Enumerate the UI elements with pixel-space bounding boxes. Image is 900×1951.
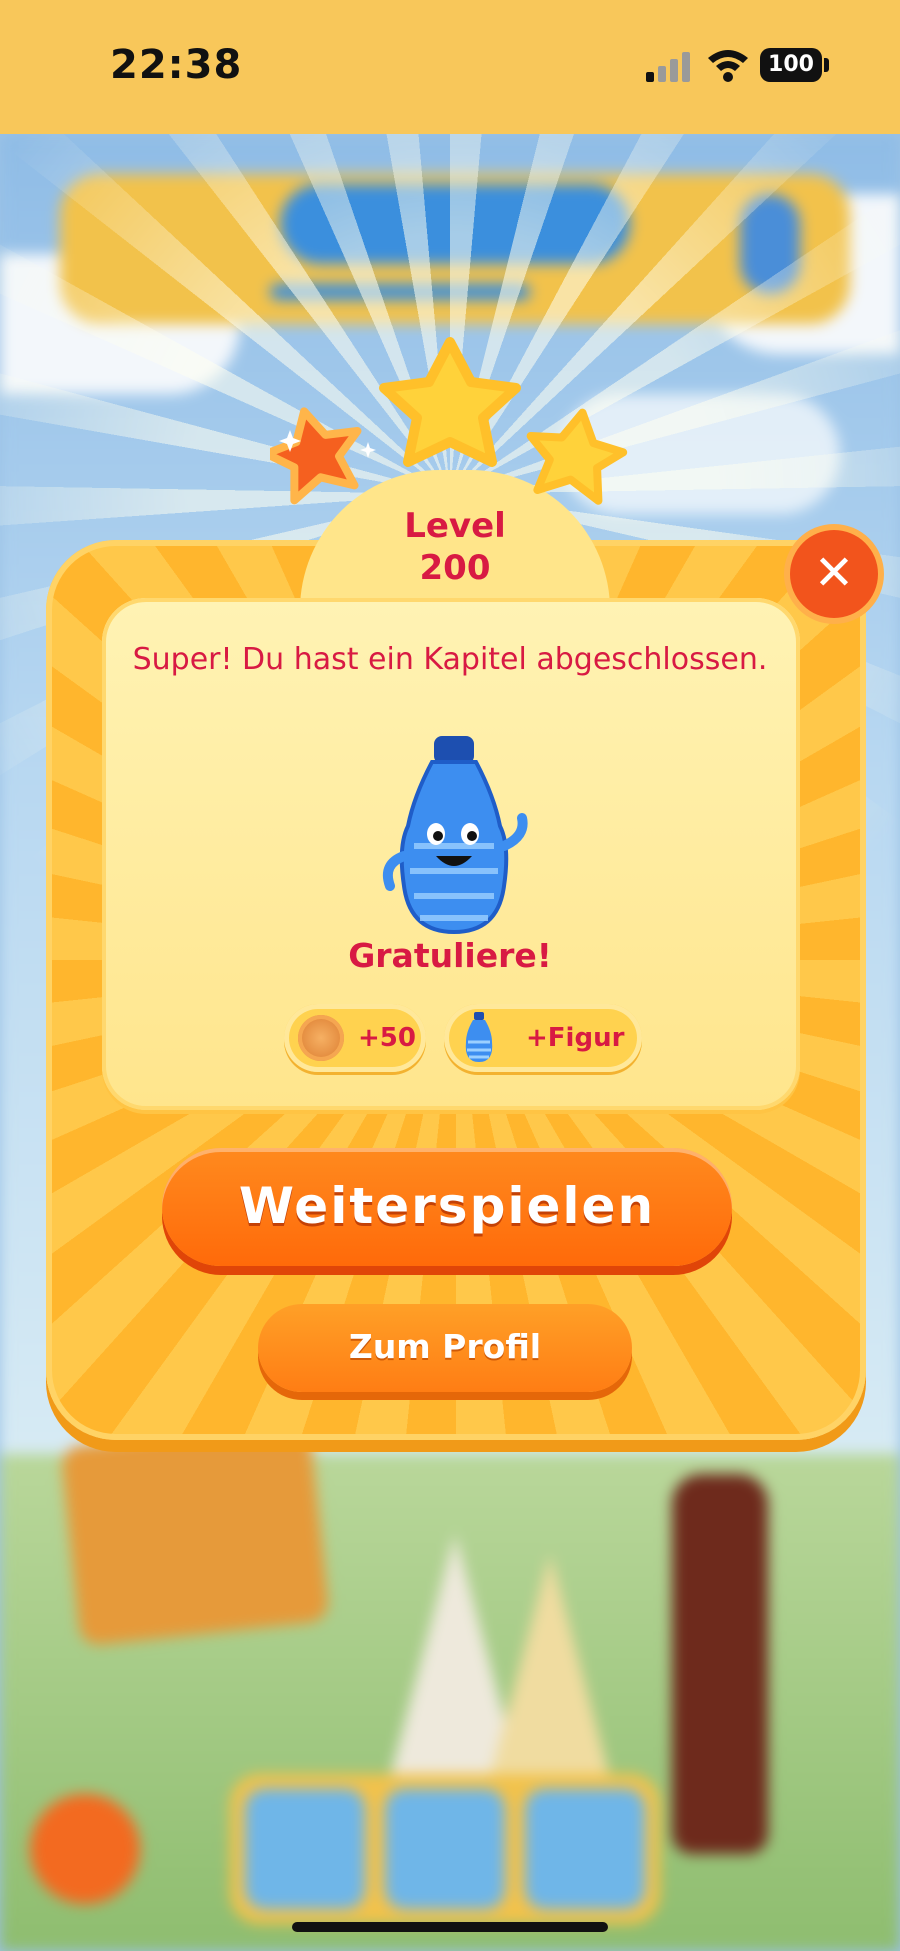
blurred-background-heading xyxy=(60,1484,840,1544)
home-indicator[interactable] xyxy=(292,1922,608,1932)
water-bottle-character-icon xyxy=(465,1012,493,1062)
reward-figure-label: +Figur xyxy=(526,1023,625,1053)
close-button[interactable]: ✕ xyxy=(790,530,878,618)
inventory-slot xyxy=(245,1789,365,1909)
level-number: 200 xyxy=(419,548,491,588)
wifi-icon xyxy=(708,50,748,82)
chapter-complete-message: Super! Du hast ein Kapitel abgeschlossen… xyxy=(132,642,768,677)
inventory-slot xyxy=(385,1789,505,1909)
reward-coins-pill: +50 xyxy=(284,1004,426,1072)
coin-icon xyxy=(298,1015,344,1061)
close-icon: ✕ xyxy=(813,545,855,601)
star-icon xyxy=(379,337,521,467)
rating-stars xyxy=(270,337,628,505)
water-bottle-character-icon xyxy=(382,736,528,935)
congrats-heading: Gratuliere! xyxy=(348,936,552,975)
continue-playing-button[interactable]: Weiterspielen xyxy=(162,1148,732,1266)
go-to-profile-button[interactable]: Zum Profil xyxy=(258,1304,632,1392)
reward-coins-label: +50 xyxy=(358,1023,416,1053)
reward-figure-pill: +Figur xyxy=(444,1004,642,1072)
inventory-slot xyxy=(525,1789,645,1909)
star-icon xyxy=(526,408,628,505)
battery-tip xyxy=(824,58,829,72)
booster-button xyxy=(30,1794,140,1904)
star-icon xyxy=(270,407,362,505)
battery-indicator: 100 xyxy=(760,48,822,82)
status-bar: 22:38 100 xyxy=(0,0,900,134)
cellular-signal-icon xyxy=(646,52,690,82)
status-time: 22:38 xyxy=(110,42,243,88)
